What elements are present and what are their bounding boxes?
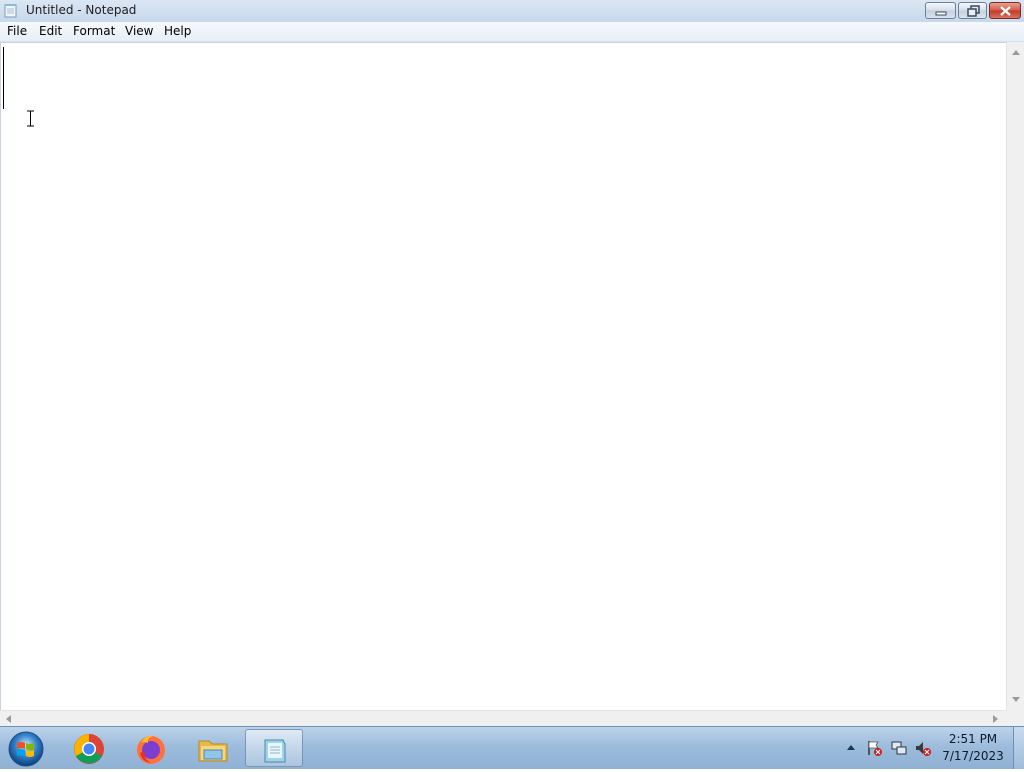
show-hidden-icons-arrow-icon[interactable] (843, 740, 859, 756)
menu-view[interactable]: View (122, 24, 156, 38)
notepad-icon (264, 739, 286, 763)
scroll-down-arrow-icon[interactable] (1011, 694, 1021, 704)
clock-date: 7/17/2023 (942, 749, 1004, 763)
taskbar-firefox[interactable] (122, 729, 180, 767)
ibeam-cursor-icon (27, 110, 34, 127)
volume-muted-icon[interactable] (915, 740, 931, 756)
firefox-icon (137, 735, 165, 764)
menu-help[interactable]: Help (161, 24, 194, 38)
scroll-left-arrow-icon[interactable] (4, 714, 14, 724)
taskbar-chrome[interactable] (60, 729, 118, 767)
scroll-up-arrow-icon[interactable] (1011, 48, 1021, 58)
notepad-window: Untitled - Notepad File Edit Format View… (0, 0, 1024, 727)
clock-time: 2:51 PM (948, 732, 998, 746)
show-desktop-button[interactable] (1013, 727, 1024, 769)
windows-start-orb-icon (8, 731, 44, 767)
scroll-right-arrow-icon[interactable] (990, 714, 1000, 724)
system-clock[interactable]: 2:51 PM 7/17/2023 (940, 731, 1006, 765)
minimize-button[interactable] (925, 2, 956, 19)
window-title: Untitled - Notepad (26, 3, 137, 17)
network-icon[interactable] (891, 740, 907, 756)
close-icon (1000, 6, 1011, 16)
taskbar-notepad[interactable] (245, 729, 303, 767)
text-editor-area[interactable] (0, 42, 1006, 711)
close-button[interactable] (989, 2, 1021, 19)
notepad-icon (4, 3, 17, 18)
title-bar[interactable]: Untitled - Notepad (0, 0, 1024, 23)
menu-file[interactable]: File (4, 24, 30, 38)
vertical-scrollbar[interactable] (1006, 42, 1024, 710)
size-grip[interactable] (1006, 710, 1024, 726)
menu-format[interactable]: Format (70, 24, 118, 38)
restore-icon (967, 5, 980, 17)
action-center-flag-icon[interactable] (866, 740, 882, 756)
menu-edit[interactable]: Edit (36, 24, 65, 38)
chrome-icon (74, 734, 104, 764)
taskbar-file-explorer[interactable] (184, 729, 242, 767)
minimize-icon (935, 11, 947, 16)
restore-button[interactable] (958, 2, 987, 19)
start-button[interactable] (4, 728, 48, 768)
file-explorer-icon (198, 740, 228, 762)
menu-bar: File Edit Format View Help (0, 22, 1024, 42)
horizontal-scrollbar[interactable] (0, 710, 1006, 727)
text-caret (3, 47, 4, 109)
taskbar: 2:51 PM 7/17/2023 (0, 726, 1024, 769)
